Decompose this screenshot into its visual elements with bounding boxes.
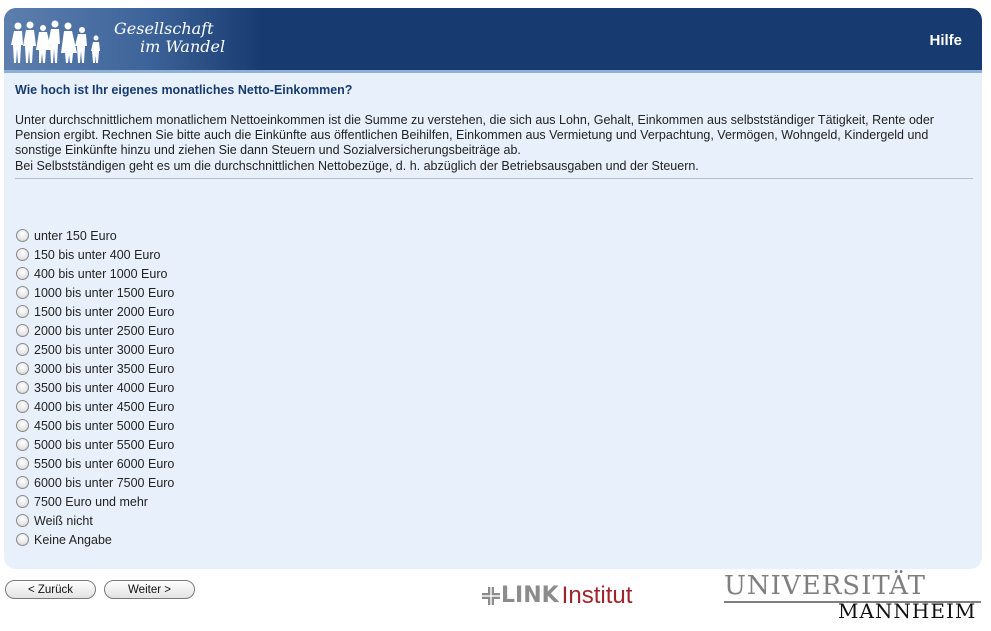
radio-button[interactable] [16, 286, 29, 299]
link-cross-icon [482, 587, 500, 605]
option-label: 7500 Euro und mehr [34, 494, 148, 509]
option-label: 4500 bis unter 5000 Euro [34, 418, 175, 433]
back-button[interactable]: < Zurück [5, 580, 96, 599]
income-option[interactable]: 7500 Euro und mehr [16, 492, 174, 511]
option-label: 3000 bis unter 3500 Euro [34, 361, 175, 376]
logo-text: Gesellschaft im Wandel [114, 20, 225, 56]
option-label: 5500 bis unter 6000 Euro [34, 456, 175, 471]
option-label: 150 bis unter 400 Euro [34, 247, 161, 262]
radio-button[interactable] [16, 438, 29, 451]
income-option[interactable]: 150 bis unter 400 Euro [16, 245, 174, 264]
radio-button[interactable] [16, 495, 29, 508]
radio-button[interactable] [16, 362, 29, 375]
income-option[interactable]: Keine Angabe [16, 530, 174, 549]
radio-button[interactable] [16, 400, 29, 413]
income-options: unter 150 Euro 150 bis unter 400 Euro 400 … [16, 226, 174, 549]
header-accent-strip [4, 70, 982, 73]
university-word: UNIVERSITÄT [724, 571, 926, 601]
option-label: 6000 bis unter 7500 Euro [34, 475, 175, 490]
question-description: Unter durchschnittlichem monatlichem Net… [15, 113, 970, 174]
link-institut-logo: LINK Institut [481, 584, 632, 608]
income-option[interactable]: 6000 bis unter 7500 Euro [16, 473, 174, 492]
divider [15, 178, 973, 179]
link-word: LINK [501, 583, 559, 608]
option-label: Weiß nicht [34, 513, 93, 528]
radio-button[interactable] [16, 343, 29, 356]
radio-button[interactable] [16, 305, 29, 318]
header-bar: Gesellschaft im Wandel Hilfe [4, 8, 982, 73]
income-option[interactable]: unter 150 Euro [16, 226, 174, 245]
help-link[interactable]: Hilfe [929, 32, 962, 49]
next-button[interactable]: Weiter > [104, 580, 195, 599]
option-label: 3500 bis unter 4000 Euro [34, 380, 175, 395]
income-option[interactable]: 1500 bis unter 2000 Euro [16, 302, 174, 321]
radio-button[interactable] [16, 514, 29, 527]
survey-panel: Gesellschaft im Wandel Hilfe Wie hoch is… [4, 8, 982, 569]
description-paragraph: Bei Selbstständigen geht es um die durch… [15, 158, 699, 173]
radio-button[interactable] [16, 476, 29, 489]
income-option[interactable]: 2000 bis unter 2500 Euro [16, 321, 174, 340]
option-label: 5000 bis unter 5500 Euro [34, 437, 175, 452]
income-option[interactable]: 5000 bis unter 5500 Euro [16, 435, 174, 454]
mannheim-word: MANNHEIM [838, 599, 977, 623]
income-option[interactable]: 5500 bis unter 6000 Euro [16, 454, 174, 473]
institut-word: Institut [561, 582, 633, 609]
radio-button[interactable] [16, 267, 29, 280]
logo-line-1: Gesellschaft [114, 19, 214, 38]
income-option[interactable]: 3000 bis unter 3500 Euro [16, 359, 174, 378]
option-label: 2500 bis unter 3000 Euro [34, 342, 175, 357]
income-option[interactable]: Weiß nicht [16, 511, 174, 530]
people-silhouettes-icon [11, 20, 100, 63]
radio-button[interactable] [16, 457, 29, 470]
income-option[interactable]: 400 bis unter 1000 Euro [16, 264, 174, 283]
option-label: 1500 bis unter 2000 Euro [34, 304, 175, 319]
income-option[interactable]: 4500 bis unter 5000 Euro [16, 416, 174, 435]
option-label: 400 bis unter 1000 Euro [34, 266, 168, 281]
option-label: 4000 bis unter 4500 Euro [34, 399, 175, 414]
description-paragraph: Unter durchschnittlichem monatlichem Net… [15, 113, 934, 158]
radio-button[interactable] [16, 324, 29, 337]
question-title: Wie hoch ist Ihr eigenes monatliches Net… [15, 83, 353, 97]
income-option[interactable]: 3500 bis unter 4000 Euro [16, 378, 174, 397]
radio-button[interactable] [16, 533, 29, 546]
option-label: 2000 bis unter 2500 Euro [34, 323, 175, 338]
radio-button[interactable] [16, 381, 29, 394]
option-label: Keine Angabe [34, 532, 112, 547]
option-label: 1000 bis unter 1500 Euro [34, 285, 175, 300]
logo-line-2: im Wandel [140, 37, 226, 56]
income-option[interactable]: 2500 bis unter 3000 Euro [16, 340, 174, 359]
option-label: unter 150 Euro [34, 228, 117, 243]
radio-button[interactable] [16, 248, 29, 261]
radio-button[interactable] [16, 419, 29, 432]
radio-button[interactable] [16, 229, 29, 242]
income-option[interactable]: 4000 bis unter 4500 Euro [16, 397, 174, 416]
income-option[interactable]: 1000 bis unter 1500 Euro [16, 283, 174, 302]
